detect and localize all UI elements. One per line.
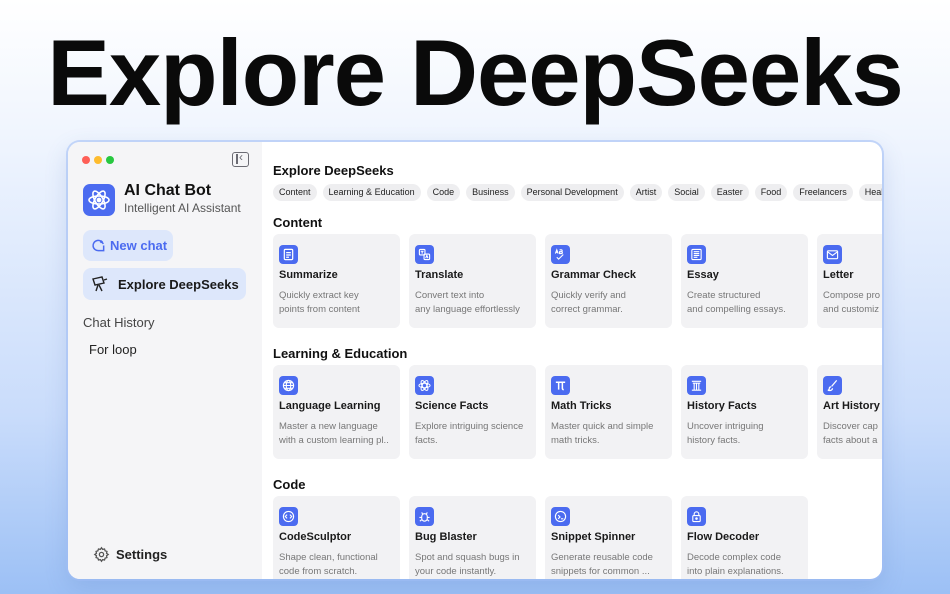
settings-label: Settings bbox=[116, 547, 168, 562]
filter-chip[interactable]: Content bbox=[273, 184, 317, 201]
explore-nav-label: Explore DeepSeeks bbox=[118, 276, 239, 292]
card-description: Explore intriguing science facts. bbox=[415, 421, 524, 446]
section-heading: Code bbox=[273, 477, 306, 492]
minimize-window-button[interactable] bbox=[94, 156, 102, 164]
sidebar-collapse-icon[interactable] bbox=[232, 150, 249, 167]
lock-icon bbox=[687, 507, 706, 526]
prompt-card[interactable]: Essay Create structured and compelling e… bbox=[681, 234, 808, 328]
brush-icon bbox=[823, 376, 842, 395]
card-description: Discover cap facts about a bbox=[823, 421, 878, 446]
brand-title: AI Chat Bot bbox=[124, 182, 212, 199]
atom-logo-icon bbox=[83, 183, 115, 216]
filter-chip[interactable]: Health bbox=[858, 184, 882, 201]
prompt-card[interactable]: Science Facts Explore intriguing science… bbox=[409, 365, 536, 459]
chat-history-heading: Chat History bbox=[83, 315, 155, 330]
history-item[interactable]: For loop bbox=[89, 342, 137, 357]
globe-icon bbox=[279, 376, 298, 395]
card-description: Generate reusable code snippets for comm… bbox=[551, 552, 653, 577]
card-title: Snippet Spinner bbox=[551, 531, 636, 543]
document-icon bbox=[279, 245, 298, 264]
prompt-card[interactable]: History Facts Uncover intriguing history… bbox=[681, 365, 808, 459]
settings-button[interactable]: Settings bbox=[93, 546, 167, 563]
prompt-card[interactable]: Art History Discover cap facts about a bbox=[817, 365, 882, 459]
atom-icon bbox=[415, 376, 434, 395]
card-row: Summarize Quickly extract key points fro… bbox=[273, 234, 882, 328]
prompt-card[interactable]: Letter Compose pro and customiz bbox=[817, 234, 882, 328]
brand-subtitle: Intelligent AI Assistant bbox=[124, 201, 241, 215]
filter-chip[interactable]: Food bbox=[754, 184, 788, 201]
new-chat-icon bbox=[91, 238, 106, 253]
card-description: Convert text into any language effortles… bbox=[415, 290, 520, 315]
card-title: Language Learning bbox=[279, 400, 381, 412]
filter-chip[interactable]: Easter bbox=[710, 184, 749, 201]
filter-chip[interactable]: Social bbox=[668, 184, 705, 201]
gear-icon bbox=[93, 546, 110, 563]
section-heading: Learning & Education bbox=[273, 346, 408, 361]
category-filter-bar: Content Learning & Education Code Busine… bbox=[273, 184, 882, 201]
card-description: Spot and squash bugs in your code instan… bbox=[415, 552, 520, 577]
bug-icon bbox=[415, 507, 434, 526]
card-title: Essay bbox=[687, 269, 719, 281]
explore-panel: Explore DeepSeeks Content Learning & Edu… bbox=[262, 142, 882, 579]
close-window-button[interactable] bbox=[82, 156, 90, 164]
card-description: Compose pro and customiz bbox=[823, 290, 881, 315]
card-title: Letter bbox=[823, 269, 854, 281]
card-title: Grammar Check bbox=[551, 269, 636, 281]
letter-icon bbox=[823, 245, 842, 264]
filter-chip[interactable]: Code bbox=[426, 184, 461, 201]
new-chat-label: New chat bbox=[110, 238, 168, 253]
brand: AI Chat Bot Intelligent AI Assistant bbox=[83, 182, 241, 217]
filter-chip[interactable]: Personal Development bbox=[520, 184, 624, 201]
filter-chip[interactable]: Business bbox=[466, 184, 515, 201]
code-icon bbox=[279, 507, 298, 526]
page-title: Explore DeepSeeks bbox=[273, 163, 394, 178]
card-row: CodeSculptor Shape clean, functional cod… bbox=[273, 496, 808, 579]
prompt-card[interactable]: Flow Decoder Decode complex code into pl… bbox=[681, 496, 808, 579]
filter-chip[interactable]: Artist bbox=[629, 184, 663, 201]
card-description: Shape clean, functional code from scratc… bbox=[279, 552, 378, 577]
card-title: CodeSculptor bbox=[279, 531, 352, 543]
card-row: Language Learning Master a new language … bbox=[273, 365, 882, 459]
card-description: Quickly extract key points from content bbox=[279, 290, 360, 315]
section-heading: Content bbox=[273, 215, 323, 230]
translate-icon bbox=[415, 245, 434, 264]
prompt-card[interactable]: CodeSculptor Shape clean, functional cod… bbox=[273, 496, 400, 579]
explore-nav-item[interactable]: Explore DeepSeeks bbox=[83, 268, 246, 300]
card-title: Bug Blaster bbox=[415, 531, 477, 543]
pi-icon bbox=[551, 376, 570, 395]
card-title: History Facts bbox=[687, 400, 757, 412]
card-title: Math Tricks bbox=[551, 400, 612, 412]
card-title: Flow Decoder bbox=[687, 531, 760, 543]
card-description: Master a new language with a custom lear… bbox=[279, 421, 389, 446]
hero-title: Explore DeepSeeks bbox=[47, 20, 904, 125]
filter-chip[interactable]: Freelancers bbox=[793, 184, 853, 201]
prompt-card[interactable]: Snippet Spinner Generate reusable code s… bbox=[545, 496, 672, 579]
prompt-card[interactable]: Language Learning Master a new language … bbox=[273, 365, 400, 459]
card-description: Decode complex code into plain explanati… bbox=[687, 552, 784, 577]
card-title: Summarize bbox=[279, 269, 338, 281]
card-title: Translate bbox=[415, 269, 464, 281]
prompt-card[interactable]: Bug Blaster Spot and squash bugs in your… bbox=[409, 496, 536, 579]
card-title: Science Facts bbox=[415, 400, 489, 412]
card-description: Create structured and compelling essays. bbox=[687, 290, 786, 315]
filter-chip[interactable]: Learning & Education bbox=[322, 184, 421, 201]
card-description: Uncover intriguing history facts. bbox=[687, 421, 764, 446]
prompt-card[interactable]: Translate Convert text into any language… bbox=[409, 234, 536, 328]
prompt-card[interactable]: Math Tricks Master quick and simple math… bbox=[545, 365, 672, 459]
prompt-card[interactable]: Grammar Check Quickly verify and correct… bbox=[545, 234, 672, 328]
grammar-icon bbox=[551, 245, 570, 264]
zoom-window-button[interactable] bbox=[106, 156, 114, 164]
snippet-icon bbox=[551, 507, 570, 526]
app-window: AI Chat Bot Intelligent AI Assistant New… bbox=[68, 142, 882, 579]
prompt-card[interactable]: Summarize Quickly extract key points fro… bbox=[273, 234, 400, 328]
card-description: Quickly verify and correct grammar. bbox=[551, 290, 626, 315]
window-controls bbox=[82, 156, 114, 164]
essay-icon bbox=[687, 245, 706, 264]
sidebar: AI Chat Bot Intelligent AI Assistant New… bbox=[68, 142, 262, 579]
card-description: Master quick and simple math tricks. bbox=[551, 421, 654, 446]
column-icon bbox=[687, 376, 706, 395]
telescope-icon bbox=[91, 275, 109, 293]
card-title: Art History bbox=[823, 400, 880, 412]
new-chat-button[interactable]: New chat bbox=[83, 230, 173, 261]
